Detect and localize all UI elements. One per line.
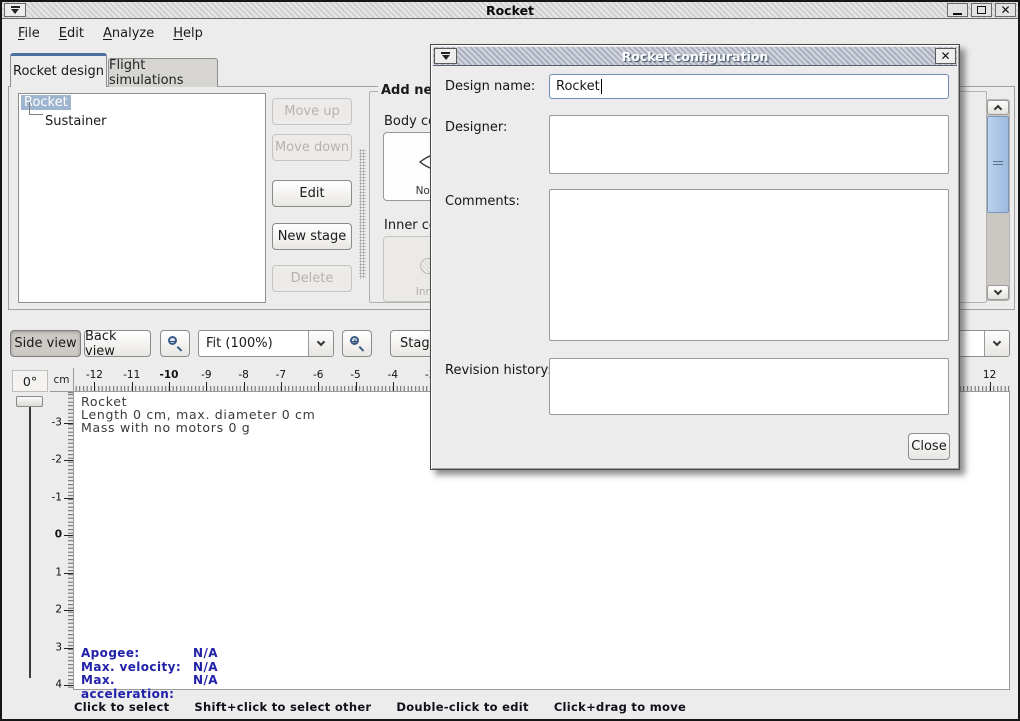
tree-item-sustainer[interactable]: Sustainer bbox=[45, 114, 107, 129]
design-name-label: Design name: bbox=[445, 79, 535, 94]
design-name-input[interactable]: Rocket bbox=[549, 74, 949, 99]
menubar: File Edit Analyze Help bbox=[4, 20, 1016, 46]
panel-splitter-handle[interactable] bbox=[359, 149, 366, 279]
dialog-titlebar[interactable]: Rocket configuration ✕ bbox=[433, 47, 957, 66]
cg-line: CG: N/A bbox=[958, 410, 1020, 424]
delete-button[interactable]: Delete bbox=[272, 265, 352, 292]
stability-line: ity: N/A bbox=[958, 396, 1020, 410]
side-view-button[interactable]: Side view bbox=[10, 330, 81, 357]
flight-data-block: Apogee: N/A Max. velocity: N/A Max. acce… bbox=[81, 647, 218, 701]
close-button[interactable]: ✕ bbox=[995, 3, 1016, 17]
main-window: Rocket ✕ File Edit Analyze Help Rocket d… bbox=[0, 0, 1020, 721]
minimize-icon bbox=[953, 13, 962, 15]
rotation-slider-track[interactable] bbox=[29, 402, 31, 678]
zoom-combo-dropdown[interactable] bbox=[308, 331, 333, 356]
chevron-down-icon bbox=[994, 287, 1002, 295]
chevron-up-icon bbox=[994, 105, 1002, 113]
revision-history-label: Revision history: bbox=[445, 363, 552, 378]
tab-flight-simulations[interactable]: Flight simulations bbox=[108, 58, 218, 87]
tree-connector bbox=[29, 102, 43, 115]
zoom-out-icon: − bbox=[168, 336, 183, 351]
cp-line: CP: N/A bbox=[958, 423, 1020, 437]
window-title: Rocket bbox=[2, 3, 1018, 18]
rocket-info-text: Rocket Length 0 cm, max. diameter 0 cm M… bbox=[81, 395, 316, 434]
stability-info-block: ity: N/A CG: N/A CP: N/A M=0.30 bbox=[958, 396, 1020, 450]
status-hint: Shift+click to select other bbox=[194, 700, 371, 714]
maximize-icon bbox=[977, 6, 986, 14]
thumb-grip bbox=[993, 161, 1003, 165]
zoom-in-button[interactable]: + bbox=[342, 330, 372, 357]
menu-edit[interactable]: Edit bbox=[55, 24, 88, 43]
component-scrollbar[interactable] bbox=[986, 99, 1010, 301]
flight-label: Max. velocity: bbox=[81, 661, 193, 675]
back-view-button[interactable]: Back view bbox=[84, 330, 151, 357]
close-icon: ✕ bbox=[1000, 5, 1010, 15]
status-hint: Click+drag to move bbox=[554, 700, 686, 714]
v-ruler: -3-2-101234 bbox=[50, 392, 74, 690]
zoom-out-button[interactable]: − bbox=[160, 330, 190, 357]
menu-help[interactable]: Help bbox=[169, 24, 207, 43]
revision-history-textarea[interactable] bbox=[549, 358, 949, 415]
v-ruler-minor-ticks bbox=[68, 392, 73, 690]
comments-label: Comments: bbox=[445, 194, 520, 209]
new-stage-button[interactable]: New stage bbox=[272, 223, 352, 250]
flight-value: N/A bbox=[193, 647, 218, 661]
flight-value: N/A bbox=[193, 661, 218, 675]
dialog-close-button[interactable]: ✕ bbox=[935, 48, 956, 64]
main-titlebar: Rocket ✕ bbox=[2, 2, 1018, 19]
rocket-configuration-dialog: Rocket configuration ✕ Design name: Rock… bbox=[430, 44, 960, 470]
inner-component-label: Inner co bbox=[384, 218, 437, 233]
move-down-button[interactable]: Move down bbox=[272, 134, 352, 161]
flight-row: Max. velocity: N/A bbox=[81, 661, 218, 675]
dialog-title: Rocket configuration bbox=[433, 49, 957, 64]
flight-row: Apogee: N/A bbox=[81, 647, 218, 661]
zoom-in-icon: + bbox=[350, 336, 365, 351]
status-hint: Double-click to edit bbox=[396, 700, 528, 714]
statusbar: Click to select Shift+click to select ot… bbox=[2, 694, 1018, 719]
ruler-unit-label: cm bbox=[50, 368, 74, 392]
move-up-button[interactable]: Move up bbox=[272, 98, 352, 125]
zoom-combo[interactable]: Fit (100%) bbox=[198, 330, 334, 357]
component-tree[interactable]: Rocket Sustainer bbox=[18, 93, 266, 303]
menu-analyze[interactable]: Analyze bbox=[99, 24, 158, 43]
minimize-button[interactable] bbox=[947, 3, 968, 17]
scroll-up-button[interactable] bbox=[987, 100, 1009, 115]
rotation-slider-handle[interactable] bbox=[16, 396, 43, 407]
rocket-info-line: Mass with no motors 0 g bbox=[81, 421, 316, 434]
edit-button[interactable]: Edit bbox=[272, 180, 352, 207]
menu-file[interactable]: File bbox=[14, 24, 44, 43]
status-hint: Click to select bbox=[74, 700, 169, 714]
chevron-down-icon bbox=[993, 338, 1001, 346]
comments-textarea[interactable] bbox=[549, 189, 949, 341]
text-caret bbox=[601, 79, 602, 94]
tab-rocket-design[interactable]: Rocket design bbox=[10, 53, 107, 87]
rotation-value: 0° bbox=[12, 370, 48, 392]
body-components-label: Body co bbox=[384, 114, 436, 129]
designer-label: Designer: bbox=[445, 120, 507, 135]
designer-textarea[interactable] bbox=[549, 115, 949, 174]
dialog-close-action-button[interactable]: Close bbox=[908, 433, 950, 460]
mach-label: M=0.30 bbox=[958, 437, 1020, 451]
scroll-down-button[interactable] bbox=[987, 285, 1009, 300]
zoom-combo-value: Fit (100%) bbox=[199, 331, 308, 356]
flight-config-dropdown[interactable] bbox=[984, 331, 1009, 356]
flight-label: Apogee: bbox=[81, 647, 193, 661]
maximize-button[interactable] bbox=[971, 3, 992, 17]
scrollbar-thumb[interactable] bbox=[987, 116, 1009, 213]
close-icon: ✕ bbox=[940, 49, 950, 63]
chevron-down-icon bbox=[317, 338, 325, 346]
design-name-value: Rocket bbox=[556, 79, 600, 94]
